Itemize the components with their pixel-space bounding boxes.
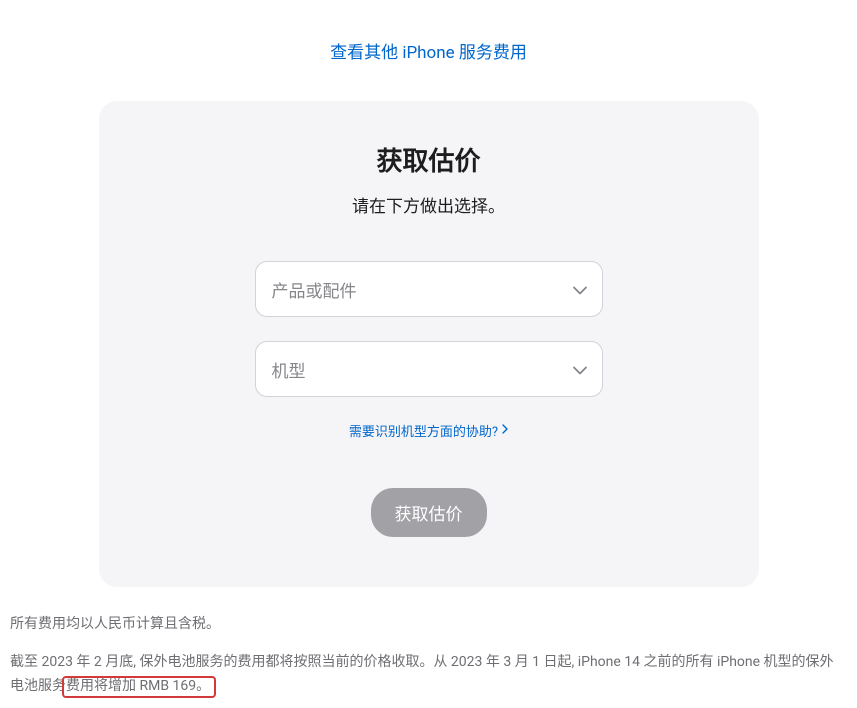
get-estimate-button[interactable]: 获取估价 — [371, 488, 487, 537]
product-select[interactable]: 产品或配件 — [255, 261, 603, 317]
footer-tax-note: 所有费用均以人民币计算且含税。 — [10, 613, 847, 637]
chevron-right-icon — [502, 423, 508, 438]
footer-price-note: 截至 2023 年 2 月底, 保外电池服务的费用都将按照当前的价格收取。从 2… — [10, 651, 847, 699]
card-title: 获取估价 — [149, 141, 709, 178]
identify-model-help-link[interactable]: 需要识别机型方面的协助? — [349, 421, 508, 440]
highlighted-price-increase: 费用将增加 RMB 169。 — [66, 678, 210, 694]
card-subtitle: 请在下方做出选择。 — [149, 192, 709, 217]
top-link-container: 查看其他 iPhone 服务费用 — [0, 0, 857, 101]
product-select-wrapper: 产品或配件 — [255, 261, 603, 317]
model-select-wrapper: 机型 — [255, 341, 603, 397]
highlighted-text: 费用将增加 RMB 169。 — [66, 678, 210, 694]
other-services-link[interactable]: 查看其他 iPhone 服务费用 — [330, 43, 527, 63]
model-select[interactable]: 机型 — [255, 341, 603, 397]
estimate-card: 获取估价 请在下方做出选择。 产品或配件 机型 需要识别机型方面的协助? 获取估… — [99, 101, 759, 587]
help-link-text: 需要识别机型方面的协助? — [349, 421, 498, 440]
footer-notes: 所有费用均以人民币计算且含税。 截至 2023 年 2 月底, 保外电池服务的费… — [0, 587, 857, 708]
